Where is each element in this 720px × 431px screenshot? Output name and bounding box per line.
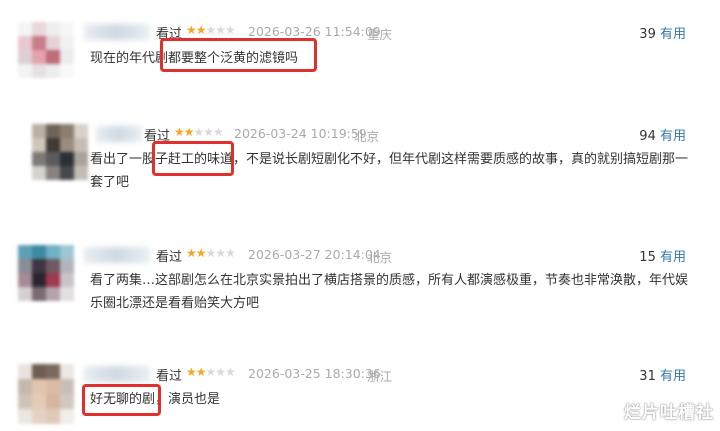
useful-count: 94 xyxy=(639,129,656,144)
avatar[interactable] xyxy=(32,124,88,180)
watched-status: 看过 xyxy=(144,129,171,144)
avatar[interactable] xyxy=(18,364,74,424)
review-time: 2026-03-25 18:30:36 xyxy=(248,366,381,381)
rating-stars: ★★★★★ xyxy=(186,246,236,260)
review-location: 重庆 xyxy=(367,27,393,42)
useful-count: 39 xyxy=(639,27,656,42)
username-blurred[interactable] xyxy=(84,24,150,40)
review-text: 看出了一股子赶工的味道，不是说长剧短剧化不好，但年代剧这样需要质感的故事，真的就… xyxy=(90,152,689,190)
watched-status: 看过 xyxy=(156,369,183,384)
useful-button[interactable]: 有用 xyxy=(660,369,686,384)
username-blurred[interactable] xyxy=(84,366,150,382)
watched-status: 看过 xyxy=(156,27,183,42)
rating-stars: ★★★★★ xyxy=(186,365,236,379)
review-text: 现在的年代剧都要整个泛黄的滤镜吗 xyxy=(90,51,299,66)
watched-status: 看过 xyxy=(156,250,183,265)
useful-vote[interactable]: 31 有用 xyxy=(639,365,686,384)
review-location: 北京 xyxy=(367,250,393,265)
review-location: 浙江 xyxy=(367,369,393,384)
review-time: 2026-03-26 11:54:09 xyxy=(248,24,381,39)
username-blurred[interactable] xyxy=(96,126,142,142)
watermark: 烂片吐槽社 xyxy=(624,403,714,423)
rating-stars: ★★★★★ xyxy=(186,23,236,37)
useful-count: 15 xyxy=(639,250,656,265)
useful-vote[interactable]: 39 有用 xyxy=(639,23,686,42)
avatar[interactable] xyxy=(18,22,74,78)
review-text: 好无聊的剧，演员也是 xyxy=(90,392,221,407)
useful-button[interactable]: 有用 xyxy=(660,129,686,144)
rating-stars: ★★★★★ xyxy=(174,125,224,139)
useful-button[interactable]: 有用 xyxy=(660,250,686,265)
useful-button[interactable]: 有用 xyxy=(660,27,686,42)
review-text: 看了两集…这部剧怎么在北京实景拍出了横店搭景的质感，所有人都演感极重，节奏也非常… xyxy=(90,273,689,311)
useful-count: 31 xyxy=(639,369,656,384)
review-time: 2026-03-24 10:19:59 xyxy=(234,126,367,141)
useful-vote[interactable]: 94 有用 xyxy=(639,125,686,144)
review-location: 北京 xyxy=(354,129,380,144)
avatar[interactable] xyxy=(18,245,74,301)
useful-vote[interactable]: 15 有用 xyxy=(639,246,686,265)
review-time: 2026-03-27 20:14:04 xyxy=(248,247,381,262)
username-blurred[interactable] xyxy=(84,247,150,263)
